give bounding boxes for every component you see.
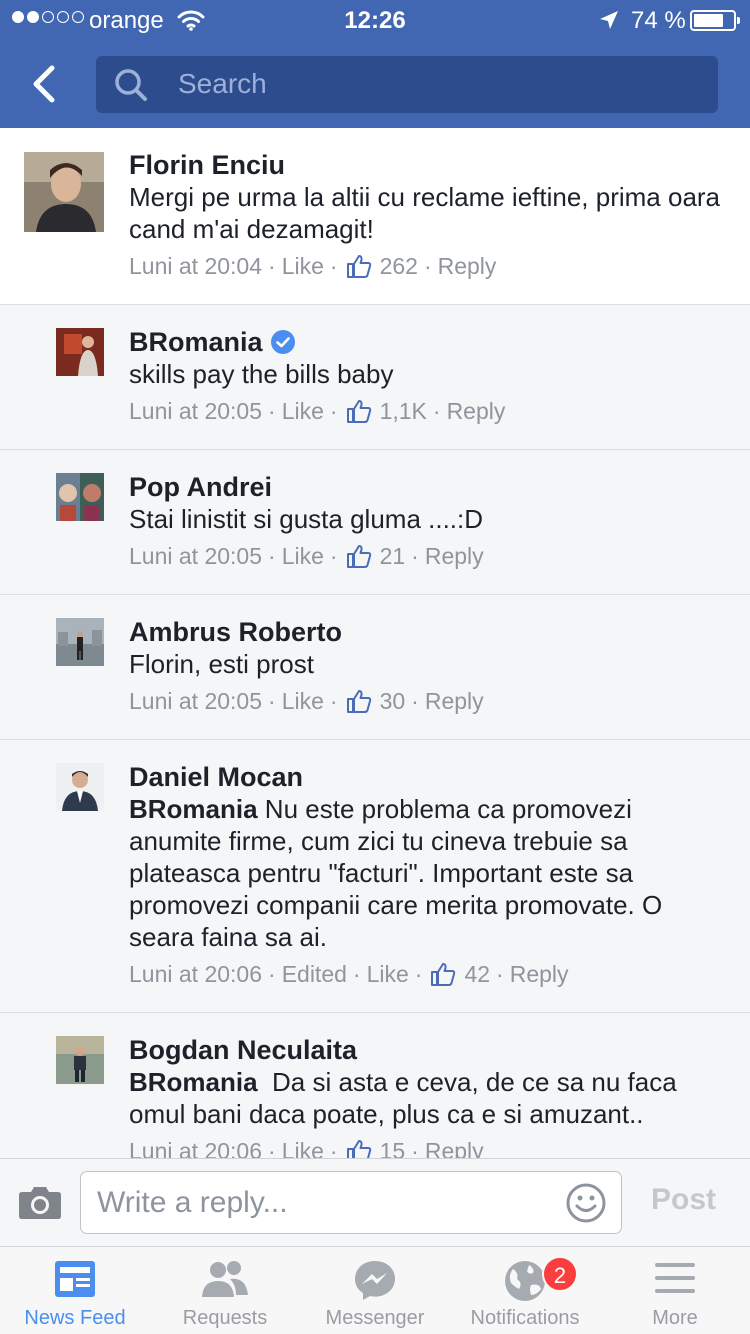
navigation-bar: orange 12:26 74 %: [0, 0, 750, 128]
like-count: 15: [379, 1138, 406, 1158]
tab-messenger[interactable]: Messenger: [300, 1247, 450, 1334]
tab-label: Notifications: [470, 1307, 580, 1329]
status-bar: orange 12:26 74 %: [0, 0, 750, 42]
reply-link[interactable]: Reply: [425, 1136, 484, 1158]
reply-link[interactable]: Reply: [425, 541, 484, 571]
thumbs-up-icon: [346, 1140, 371, 1158]
comment-text: Stai linistit si gusta gluma ....:D: [129, 504, 484, 534]
mention-link[interactable]: BRomania: [129, 1067, 258, 1097]
thumbs-up-icon: [431, 963, 456, 986]
friends-icon: [202, 1261, 248, 1297]
comment-meta: Luni at 20:05 · Like · 21 · Reply: [129, 541, 484, 571]
comment-item: Pop Andrei Stai linistit si gusta gluma …: [0, 450, 750, 595]
avatar[interactable]: [56, 618, 104, 666]
comment-text: BRomania Da si asta e ceva, de ce sa nu …: [129, 1067, 684, 1129]
reply-link[interactable]: Reply: [438, 251, 497, 281]
avatar[interactable]: [56, 1036, 104, 1084]
comment-text: Florin, esti prost: [129, 649, 314, 679]
tab-label: Messenger: [325, 1307, 425, 1329]
thumbs-up-icon: [346, 545, 371, 568]
like-count: 21: [379, 543, 406, 569]
avatar[interactable]: [56, 763, 104, 811]
tab-bar: News Feed Requests Messenger Notificatio…: [0, 1246, 750, 1334]
comment-meta: Luni at 20:04 · Like · 262 · Reply: [129, 251, 497, 281]
tab-news-feed[interactable]: News Feed: [0, 1247, 150, 1334]
emoji-icon[interactable]: [565, 1182, 607, 1224]
like-count: 262: [379, 253, 418, 279]
comment-time: Luni at 20:05: [129, 398, 263, 424]
tab-notifications[interactable]: Notifications: [450, 1247, 600, 1334]
tab-label: Requests: [182, 1307, 268, 1329]
commenter-name[interactable]: Bogdan Neculaita: [129, 1034, 728, 1066]
like-link[interactable]: Like: [282, 396, 324, 426]
like-link[interactable]: Like: [282, 686, 324, 716]
like-link[interactable]: Like: [282, 1136, 324, 1158]
thumbs-up-icon: [346, 400, 371, 423]
comment-item: Daniel Mocan BRomania Nu este problema c…: [0, 740, 750, 1013]
thumbs-up-icon: [346, 255, 371, 278]
reply-link[interactable]: Reply: [425, 686, 484, 716]
tab-more[interactable]: More: [600, 1247, 750, 1334]
search-icon: [115, 69, 147, 101]
edited-label[interactable]: Edited: [282, 959, 347, 989]
menu-icon: [655, 1263, 695, 1293]
thumbs-up-icon: [346, 690, 371, 713]
comment-time: Luni at 20:05: [129, 688, 263, 714]
comment-text: BRomania Nu este problema ca promovezi a…: [129, 794, 663, 952]
tab-label: More: [652, 1307, 698, 1329]
battery-icon: [690, 10, 740, 31]
commenter-name[interactable]: Florin Enciu: [129, 149, 728, 181]
reply-link[interactable]: Reply: [447, 396, 506, 426]
comment-time: Luni at 20:06: [129, 1138, 263, 1158]
comment-meta: Luni at 20:05 · Like · 1,1K · Reply: [129, 396, 506, 426]
location-arrow-icon: [600, 11, 618, 29]
chevron-left-icon[interactable]: [26, 64, 66, 104]
comment-text: skills pay the bills baby: [129, 359, 394, 389]
messenger-icon: [355, 1261, 395, 1300]
like-count: 1,1K: [379, 398, 427, 424]
globe-icon: [505, 1261, 545, 1301]
tab-requests[interactable]: Requests: [150, 1247, 300, 1334]
post-button[interactable]: Post: [651, 1183, 716, 1217]
battery-percentage: 74 %: [631, 7, 686, 34]
comment-time: Luni at 20:04: [129, 253, 263, 279]
comment-meta: Luni at 20:06 · Like · 15 · Reply: [129, 1136, 728, 1158]
comment-item: Bogdan Neculaita BRomania Da si asta e c…: [0, 1013, 750, 1158]
comment-text: Mergi pe urma la altii cu reclame ieftin…: [129, 182, 721, 244]
comment-meta: Luni at 20:05 · Like · 30 · Reply: [129, 686, 484, 716]
reply-input[interactable]: [97, 1182, 557, 1224]
mention-link[interactable]: BRomania: [129, 794, 258, 824]
like-link[interactable]: Like: [367, 959, 409, 989]
commenter-name[interactable]: Pop Andrei: [129, 471, 728, 503]
like-link[interactable]: Like: [282, 541, 324, 571]
like-count: 42: [464, 961, 491, 987]
comment-time: Luni at 20:06: [129, 961, 263, 987]
comments-list: Florin Enciu Mergi pe urma la altii cu r…: [0, 128, 750, 1158]
commenter-name[interactable]: BRomania: [129, 326, 728, 358]
comment-item: Ambrus Roberto Florin, esti prost Luni a…: [0, 595, 750, 740]
search-bar[interactable]: [96, 56, 718, 113]
avatar[interactable]: [56, 473, 104, 521]
tab-label: News Feed: [24, 1307, 126, 1329]
commenter-name[interactable]: Ambrus Roberto: [129, 616, 728, 648]
reply-link[interactable]: Reply: [510, 959, 569, 989]
like-count: 30: [379, 688, 406, 714]
reply-field[interactable]: [80, 1171, 622, 1234]
news-feed-icon: [55, 1261, 95, 1297]
comment-item: BRomania skills pay the bills baby Luni …: [0, 305, 750, 450]
comment-meta: Luni at 20:06 · Edited · Like · 42 · Rep…: [129, 959, 569, 989]
avatar[interactable]: [24, 152, 104, 232]
like-link[interactable]: Like: [282, 251, 324, 281]
comment-time: Luni at 20:05: [129, 543, 263, 569]
verified-badge-icon: [270, 330, 295, 354]
reply-composer: Post: [0, 1158, 750, 1246]
avatar[interactable]: [56, 328, 104, 376]
notification-badge: 2: [542, 1256, 578, 1292]
comment-item: Florin Enciu Mergi pe urma la altii cu r…: [0, 128, 750, 305]
camera-icon[interactable]: [18, 1184, 62, 1220]
commenter-name[interactable]: Daniel Mocan: [129, 761, 728, 793]
search-input[interactable]: [178, 64, 698, 104]
